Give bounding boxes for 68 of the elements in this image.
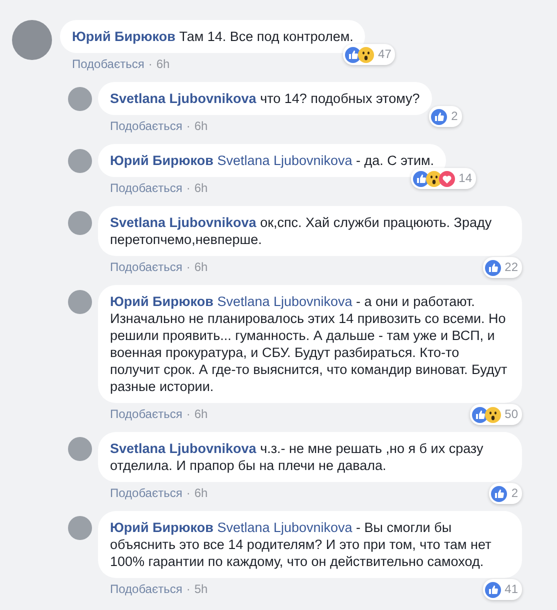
mention-link[interactable]: Svetlana Ljubovnikova bbox=[217, 520, 352, 535]
author-name[interactable]: Юрий Бирюков bbox=[110, 520, 214, 535]
avatar-photo[interactable] bbox=[68, 211, 92, 235]
separator-dot: · bbox=[186, 260, 190, 274]
comment-text: Юрий Бирюков Там 14. Все под контролем. bbox=[72, 28, 354, 45]
surprised-face-icon bbox=[484, 406, 501, 422]
surprised-face-icon bbox=[426, 170, 442, 186]
reactions-badge[interactable]: 41 bbox=[482, 579, 522, 600]
mention-link[interactable]: Svetlana Ljubovnikova bbox=[217, 153, 352, 168]
separator-dot: · bbox=[186, 486, 190, 500]
author-name[interactable]: Юрий Бирюков bbox=[110, 294, 214, 309]
author-name[interactable]: Svetlana Ljubovnikova bbox=[110, 91, 256, 106]
comment-text: Юрий Бирюков Svetlana Ljubovnikova - а они и работают. Изначально не планировалось этих 14 привозить со всеми. Но решили проявить... гуманность. А дальше - там уже и ВСП, и военная прокуратура, и СБУ. Будут разбираться. Кто-то получит срок. А где-то выяснится, что командир виноват. Будут разные истории. bbox=[110, 293, 508, 395]
comment-text: Юрий Бирюков Svetlana Ljubovnikova - да. С этим. bbox=[110, 152, 434, 169]
author-name[interactable]: Svetlana Ljubovnikova bbox=[110, 215, 256, 230]
avatar-photo[interactable] bbox=[68, 516, 92, 540]
reaction-count: 2 bbox=[451, 108, 458, 125]
timestamp: 6h bbox=[194, 119, 208, 133]
avatar-photo[interactable] bbox=[68, 437, 92, 461]
reactions-badge[interactable]: 50 bbox=[470, 404, 522, 425]
reactions-badge[interactable]: 22 bbox=[482, 257, 522, 278]
like-link[interactable]: Подобається bbox=[110, 407, 182, 421]
timestamp: 6h bbox=[194, 181, 208, 195]
avatar-photo[interactable] bbox=[12, 20, 52, 60]
thumbs-up-icon bbox=[484, 260, 501, 276]
timestamp: 6h bbox=[194, 486, 208, 500]
reaction-count: 22 bbox=[504, 259, 518, 276]
separator-dot: · bbox=[186, 582, 190, 596]
thumbs-up-icon bbox=[412, 170, 429, 186]
thumbs-up-icon bbox=[431, 108, 448, 124]
reactions-badge[interactable]: 47 bbox=[343, 44, 396, 65]
reaction-count: 14 bbox=[458, 170, 472, 187]
reaction-count: 2 bbox=[511, 485, 518, 502]
timestamp: 6h bbox=[194, 260, 208, 274]
reactions-badge[interactable]: 14 bbox=[410, 168, 476, 189]
like-link[interactable]: Подобається bbox=[72, 57, 144, 71]
avatar-photo[interactable] bbox=[68, 149, 92, 173]
surprised-face-icon bbox=[358, 46, 374, 62]
separator-dot: · bbox=[186, 407, 190, 421]
like-link[interactable]: Подобається bbox=[110, 119, 182, 133]
comment-text: Юрий Бирюков Svetlana Ljubovnikova - Вы смогли бы объяснить это все 14 родителям? И это при том, что там нет 100% гарантии по каждому, что он действительно самоход. bbox=[110, 519, 492, 570]
separator-dot: · bbox=[186, 119, 190, 133]
mention-link[interactable]: Svetlana Ljubovnikova bbox=[217, 294, 352, 309]
timestamp: 6h bbox=[156, 57, 170, 71]
author-name[interactable]: Svetlana Ljubovnikova bbox=[110, 441, 256, 456]
reactions-badge[interactable]: 2 bbox=[489, 483, 522, 504]
like-link[interactable]: Подобається bbox=[110, 582, 182, 596]
separator-dot: · bbox=[148, 57, 152, 71]
comment-text: Svetlana Ljubovnikova ок,спс. Хай служби працюють. Зраду перетопчемо,невперше. bbox=[110, 214, 493, 248]
timestamp: 6h bbox=[194, 407, 208, 421]
author-name[interactable]: Юрий Бирюков bbox=[110, 153, 214, 168]
author-name[interactable]: Юрий Бирюков bbox=[72, 29, 176, 44]
comment-text: Svetlana Ljubovnikova ч.з.- не мне решать ,но я б их сразу отделила. И прапор бы на плечи не давала. bbox=[110, 440, 484, 474]
reaction-count: 41 bbox=[504, 581, 518, 598]
separator-dot: · bbox=[186, 181, 190, 195]
reactions-badge[interactable]: 2 bbox=[429, 106, 462, 127]
like-link[interactable]: Подобається bbox=[110, 181, 182, 195]
thumbs-up-icon bbox=[484, 582, 501, 598]
reaction-count: 50 bbox=[504, 406, 518, 423]
like-link[interactable]: Подобається bbox=[110, 260, 182, 274]
timestamp: 5h bbox=[194, 582, 208, 596]
thumbs-up-icon bbox=[491, 486, 508, 502]
reaction-count: 47 bbox=[378, 46, 392, 63]
avatar-photo[interactable] bbox=[68, 290, 92, 314]
comment-text: Svetlana Ljubovnikova что 14? подобных этому? bbox=[110, 90, 420, 107]
like-link[interactable]: Подобається bbox=[110, 486, 182, 500]
thumbs-up-icon bbox=[472, 406, 488, 422]
avatar-photo[interactable] bbox=[68, 87, 92, 111]
